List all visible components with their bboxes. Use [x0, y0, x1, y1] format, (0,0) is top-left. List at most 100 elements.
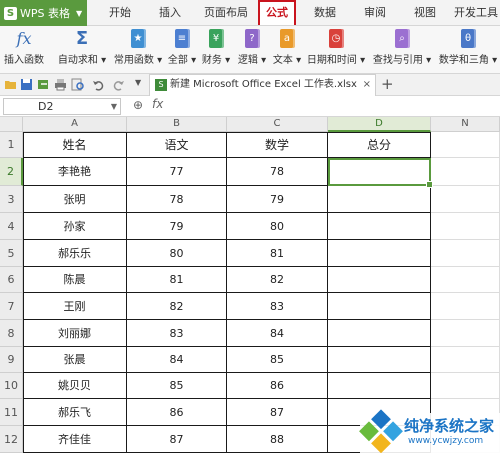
- table-cell[interactable]: 87: [227, 399, 328, 426]
- table-cell[interactable]: 87: [127, 426, 227, 453]
- logical-functions-button[interactable]: ? 逻辑 ▾: [236, 28, 268, 72]
- tab-page-layout[interactable]: 页面布局: [200, 0, 252, 26]
- math-trig-button[interactable]: θ 数学和三角 ▾: [437, 28, 499, 72]
- table-cell[interactable]: 86: [127, 399, 227, 426]
- table-cell[interactable]: [328, 320, 431, 347]
- table-cell[interactable]: 77: [127, 158, 227, 186]
- table-cell[interactable]: [328, 267, 431, 293]
- table-cell[interactable]: 82: [127, 293, 227, 320]
- table-cell[interactable]: 陈晨: [23, 267, 127, 293]
- row-header[interactable]: 10: [0, 373, 23, 399]
- lookup-reference-button[interactable]: ⌕ 查找与引用 ▾: [372, 28, 432, 72]
- column-header-b[interactable]: B: [127, 117, 227, 132]
- row-header[interactable]: 5: [0, 240, 23, 267]
- table-cell[interactable]: [431, 347, 500, 373]
- row-header[interactable]: 12: [0, 426, 23, 453]
- tab-data[interactable]: 数据: [310, 0, 340, 26]
- print-icon[interactable]: [54, 78, 67, 91]
- text-functions-button[interactable]: a 文本 ▾: [271, 28, 303, 72]
- table-cell[interactable]: 84: [227, 320, 328, 347]
- financial-functions-button[interactable]: ¥ 财务 ▾: [200, 28, 232, 72]
- table-cell[interactable]: [431, 373, 500, 399]
- table-cell[interactable]: 84: [127, 347, 227, 373]
- tab-insert[interactable]: 插入: [155, 0, 185, 26]
- export-icon[interactable]: [37, 78, 50, 91]
- select-all-corner[interactable]: [0, 117, 23, 132]
- tab-view[interactable]: 视图: [410, 0, 440, 26]
- table-cell[interactable]: 孙家: [23, 213, 127, 240]
- table-cell[interactable]: 李艳艳: [23, 158, 127, 186]
- document-tab[interactable]: S 新建 Microsoft Office Excel 工作表.xlsx ×: [149, 74, 376, 96]
- save-icon[interactable]: [20, 78, 33, 91]
- fx-insert-function-icon[interactable]: fx: [152, 97, 163, 111]
- table-cell[interactable]: 83: [227, 293, 328, 320]
- table-cell[interactable]: [431, 320, 500, 347]
- common-functions-button[interactable]: ★ 常用函数 ▾: [112, 28, 164, 72]
- table-cell[interactable]: [431, 267, 500, 293]
- table-cell[interactable]: 姚贝贝: [23, 373, 127, 399]
- table-cell[interactable]: [431, 186, 500, 213]
- row-header[interactable]: 1: [0, 132, 23, 158]
- table-cell[interactable]: 79: [227, 186, 328, 213]
- close-tab-button[interactable]: ×: [363, 75, 371, 95]
- table-cell[interactable]: 78: [127, 186, 227, 213]
- row-header[interactable]: 6: [0, 267, 23, 293]
- row-header[interactable]: 4: [0, 213, 23, 240]
- table-cell[interactable]: 刘丽娜: [23, 320, 127, 347]
- undo-icon[interactable]: [92, 78, 105, 91]
- table-cell[interactable]: 80: [127, 240, 227, 267]
- column-header-a[interactable]: A: [23, 117, 127, 132]
- table-cell[interactable]: 86: [227, 373, 328, 399]
- table-cell[interactable]: [431, 158, 500, 186]
- autosum-button[interactable]: Σ 自动求和 ▾: [57, 28, 107, 72]
- active-cell-selection[interactable]: [328, 158, 433, 188]
- table-cell[interactable]: 85: [127, 373, 227, 399]
- table-cell[interactable]: [431, 240, 500, 267]
- insert-function-button[interactable]: fx 插入函数: [2, 28, 46, 72]
- open-folder-icon[interactable]: [4, 78, 17, 91]
- tab-review[interactable]: 审阅: [360, 0, 390, 26]
- table-cell[interactable]: [328, 213, 431, 240]
- tab-developer[interactable]: 开发工具: [452, 0, 500, 26]
- row-header[interactable]: 11: [0, 399, 23, 426]
- table-cell[interactable]: [328, 293, 431, 320]
- customize-dropdown-icon[interactable]: ▼: [135, 78, 148, 91]
- table-cell[interactable]: 80: [227, 213, 328, 240]
- table-header-cell[interactable]: 语文: [127, 132, 227, 158]
- column-header-n[interactable]: N: [431, 117, 500, 132]
- table-header-cell[interactable]: 总分: [328, 132, 431, 158]
- row-header[interactable]: 8: [0, 320, 23, 347]
- table-cell[interactable]: 88: [227, 426, 328, 453]
- row-header[interactable]: 9: [0, 347, 23, 373]
- table-cell[interactable]: 郝乐乐: [23, 240, 127, 267]
- table-cell[interactable]: [431, 293, 500, 320]
- table-cell[interactable]: [328, 186, 431, 213]
- table-cell[interactable]: [431, 132, 500, 158]
- table-cell[interactable]: 齐佳佳: [23, 426, 127, 453]
- table-cell[interactable]: 78: [227, 158, 328, 186]
- table-cell[interactable]: 83: [127, 320, 227, 347]
- table-cell[interactable]: [328, 373, 431, 399]
- wps-app-menu-button[interactable]: S WPS 表格 ▼: [0, 0, 87, 26]
- tab-home[interactable]: 开始: [105, 0, 135, 26]
- column-header-d[interactable]: D: [328, 117, 431, 132]
- row-header[interactable]: 2: [0, 158, 23, 186]
- zoom-search-icon[interactable]: ⊕: [133, 98, 143, 112]
- print-preview-icon[interactable]: [71, 78, 84, 91]
- table-cell[interactable]: 81: [227, 240, 328, 267]
- tab-formulas[interactable]: 公式: [258, 0, 296, 25]
- table-cell[interactable]: 81: [127, 267, 227, 293]
- table-cell[interactable]: [328, 347, 431, 373]
- row-header[interactable]: 3: [0, 186, 23, 213]
- table-header-cell[interactable]: 数学: [227, 132, 328, 158]
- all-functions-button[interactable]: ≡ 全部 ▾: [166, 28, 198, 72]
- table-cell[interactable]: 82: [227, 267, 328, 293]
- table-cell[interactable]: 郝乐飞: [23, 399, 127, 426]
- table-cell[interactable]: 张明: [23, 186, 127, 213]
- name-box[interactable]: D2 ▼: [3, 98, 121, 115]
- date-time-functions-button[interactable]: ◷ 日期和时间 ▾: [306, 28, 366, 72]
- table-cell[interactable]: 王刚: [23, 293, 127, 320]
- row-header[interactable]: 7: [0, 293, 23, 320]
- column-header-c[interactable]: C: [227, 117, 328, 132]
- table-header-cell[interactable]: 姓名: [23, 132, 127, 158]
